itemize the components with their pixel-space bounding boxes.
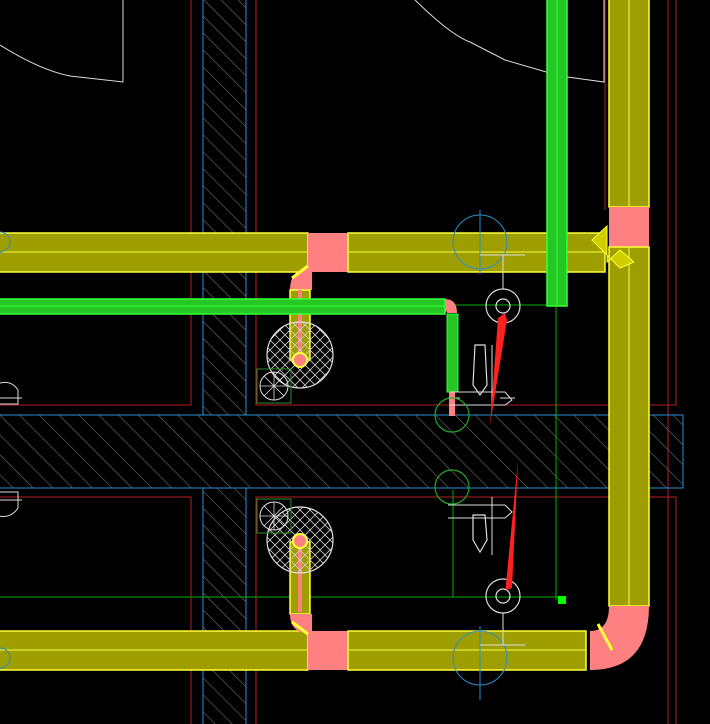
grip-point-icon[interactable] — [558, 596, 566, 604]
wall-hatch-upper — [202, 0, 247, 416]
cad-drawing-canvas[interactable] — [0, 0, 710, 724]
room-arc-right — [414, 0, 605, 83]
faucet-icon[interactable] — [0, 381, 22, 405]
wall-hatch-lower — [202, 487, 247, 724]
faucet-icon[interactable] — [0, 491, 22, 517]
faucet-partial — [0, 491, 19, 517]
tee-fitting[interactable] — [609, 207, 649, 247]
toilet-outlet — [292, 533, 308, 549]
valve-outer — [485, 578, 521, 614]
toilet-icon[interactable] — [266, 321, 334, 389]
drain-spokes — [260, 372, 288, 400]
wall-outlines — [0, 0, 677, 724]
elbow-fitting[interactable] — [590, 606, 649, 670]
room-outline-lower-left — [0, 496, 192, 724]
valve-inner — [495, 588, 511, 604]
room-arc-left — [0, 0, 124, 83]
toilet-outlet — [292, 352, 308, 368]
horizontal-wall — [0, 414, 684, 489]
pipe-fitting[interactable] — [308, 631, 348, 670]
wall-hatch-band — [0, 414, 684, 489]
faucet-icon[interactable] — [448, 497, 513, 555]
pipe-fitting[interactable] — [308, 233, 348, 272]
faucet-spout — [472, 514, 488, 554]
toilet-icon[interactable] — [266, 506, 334, 574]
faucet-spout — [472, 344, 488, 397]
red-leader-arrow-icon[interactable] — [490, 313, 507, 425]
vertical-wall — [202, 0, 247, 724]
faucet-base — [448, 504, 513, 519]
faucet-partial — [0, 381, 19, 405]
cad-drawing-viewport[interactable] — [0, 0, 710, 724]
architectural-arcs — [0, 0, 605, 83]
supply-drop[interactable] — [446, 313, 459, 393]
drain-spokes — [260, 502, 288, 530]
supply-elbow[interactable] — [445, 299, 457, 314]
valve-inner — [495, 298, 511, 314]
